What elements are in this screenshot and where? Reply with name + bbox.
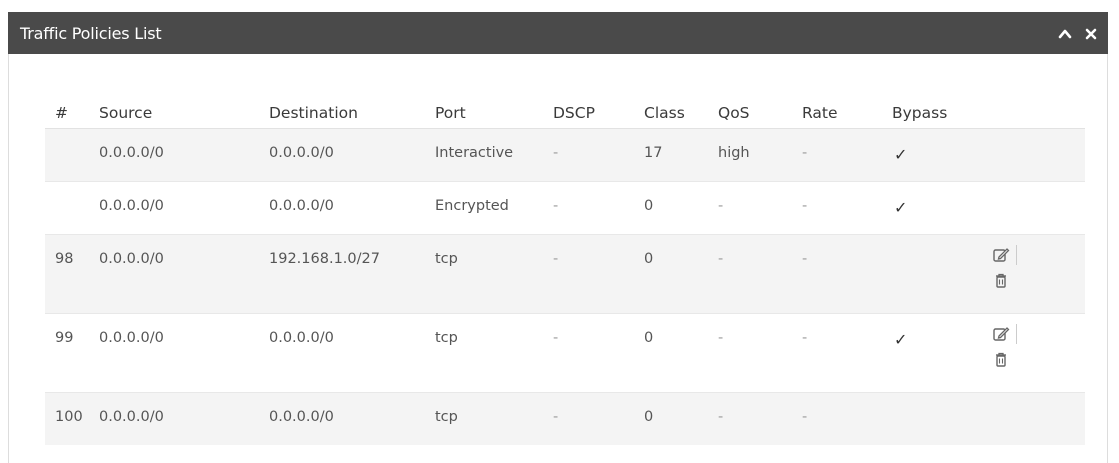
trash-icon[interactable]: [992, 271, 1010, 289]
cell-number: 99: [45, 313, 89, 393]
cell-qos: -: [708, 392, 792, 445]
action-divider: [1016, 245, 1017, 265]
cell-source: 0.0.0.0/0: [89, 181, 259, 235]
cell-dscp: -: [543, 234, 634, 314]
cell-rate: -: [792, 128, 882, 182]
action-divider: [1016, 324, 1017, 344]
cell-bypass: ✓: [882, 128, 982, 182]
trash-icon[interactable]: [992, 350, 1010, 368]
table-row: 98 0.0.0.0/0 192.168.1.0/27 tcp - 0 - -: [45, 234, 1085, 314]
panel-title: Traffic Policies List: [20, 23, 162, 43]
cell-bypass: ✓: [882, 181, 982, 235]
column-header-bypass: Bypass: [882, 104, 982, 129]
column-header-port: Port: [425, 104, 543, 129]
cell-dscp: -: [543, 181, 634, 235]
cell-destination: 0.0.0.0/0: [259, 313, 425, 393]
cell-port: tcp: [425, 234, 543, 314]
cell-port: Encrypted: [425, 181, 543, 235]
edit-icon[interactable]: [992, 325, 1010, 343]
cell-qos: high: [708, 128, 792, 182]
panel-header: Traffic Policies List: [8, 12, 1108, 54]
table-row: 0.0.0.0/0 0.0.0.0/0 Interactive - 17 hig…: [45, 128, 1085, 182]
chevron-up-icon[interactable]: [1058, 26, 1072, 40]
cell-dscp: -: [543, 313, 634, 393]
cell-dscp: -: [543, 392, 634, 445]
close-icon[interactable]: [1084, 26, 1098, 40]
column-header-source: Source: [89, 104, 259, 129]
cell-port: tcp: [425, 313, 543, 393]
table-row: 100 0.0.0.0/0 0.0.0.0/0 tcp - 0 - -: [45, 392, 1085, 445]
cell-source: 0.0.0.0/0: [89, 234, 259, 314]
cell-class: 0: [634, 392, 708, 445]
cell-class: 0: [634, 313, 708, 393]
cell-destination: 0.0.0.0/0: [259, 128, 425, 182]
cell-dscp: -: [543, 128, 634, 182]
cell-bypass: [882, 392, 982, 445]
column-header-destination: Destination: [259, 104, 425, 129]
panel-controls: [1058, 26, 1108, 40]
table-header-row: # Source Destination Port DSCP Class QoS…: [45, 104, 1085, 129]
cell-source: 0.0.0.0/0: [89, 128, 259, 182]
cell-qos: -: [708, 313, 792, 393]
cell-bypass: [882, 234, 982, 314]
cell-number: [45, 181, 89, 235]
cell-source: 0.0.0.0/0: [89, 313, 259, 393]
cell-class: 17: [634, 128, 708, 182]
cell-destination: 0.0.0.0/0: [259, 392, 425, 445]
table-row: 99 0.0.0.0/0 0.0.0.0/0 tcp - 0 - - ✓: [45, 313, 1085, 393]
cell-actions: [982, 313, 1085, 393]
cell-destination: 192.168.1.0/27: [259, 234, 425, 314]
cell-rate: -: [792, 234, 882, 314]
edit-icon[interactable]: [992, 246, 1010, 264]
column-header-qos: QoS: [708, 104, 792, 129]
cell-source: 0.0.0.0/0: [89, 392, 259, 445]
column-header-actions: [982, 104, 1085, 129]
cell-class: 0: [634, 181, 708, 235]
cropped-heading-remnant: [0, 0, 1119, 12]
cell-number: 100: [45, 392, 89, 445]
cell-number: 98: [45, 234, 89, 314]
cell-rate: -: [792, 392, 882, 445]
cell-actions: [982, 234, 1085, 314]
traffic-policies-table: # Source Destination Port DSCP Class QoS…: [45, 104, 1085, 445]
cell-actions: [982, 181, 1085, 235]
cell-number: [45, 128, 89, 182]
cell-class: 0: [634, 234, 708, 314]
cell-port: tcp: [425, 392, 543, 445]
cell-destination: 0.0.0.0/0: [259, 181, 425, 235]
cell-actions: [982, 392, 1085, 445]
column-header-class: Class: [634, 104, 708, 129]
cell-rate: -: [792, 313, 882, 393]
panel-body: # Source Destination Port DSCP Class QoS…: [8, 54, 1108, 463]
cell-bypass: ✓: [882, 313, 982, 393]
cell-qos: -: [708, 234, 792, 314]
cell-actions: [982, 128, 1085, 182]
column-header-dscp: DSCP: [543, 104, 634, 129]
table-row: 0.0.0.0/0 0.0.0.0/0 Encrypted - 0 - - ✓: [45, 181, 1085, 235]
column-header-rate: Rate: [792, 104, 882, 129]
cell-rate: -: [792, 181, 882, 235]
cell-port: Interactive: [425, 128, 543, 182]
cell-qos: -: [708, 181, 792, 235]
column-header-number: #: [45, 104, 89, 129]
